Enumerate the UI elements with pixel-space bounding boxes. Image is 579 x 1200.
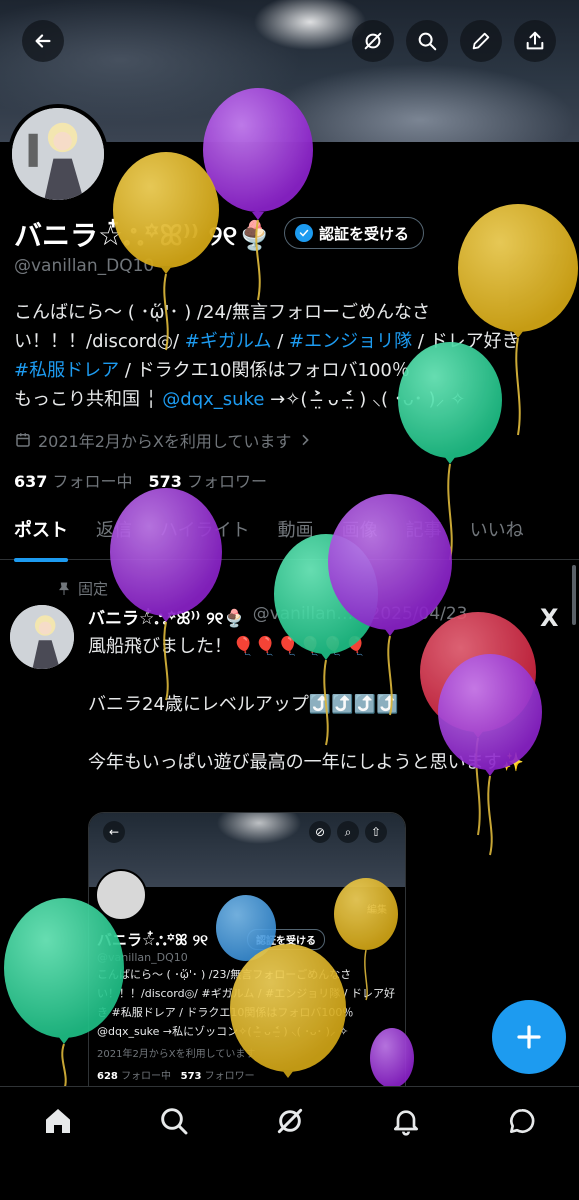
embed-following-label: フォロー中 — [121, 1071, 172, 1082]
hashtag-link[interactable]: #ギガルム — [185, 331, 272, 352]
tab-articles[interactable]: 記事 — [392, 506, 456, 559]
back-arrow-icon — [35, 34, 51, 48]
post-text: 風船飛びました！🎈🎈🎈🎈🎈🎈 バニラ24歳にレベルアップ⤴️⤴️⤴️⤴️ 今年も… — [88, 632, 568, 806]
embed-joined: 2021年2月からXを利用しています — [97, 1049, 256, 1060]
tab-likes[interactable]: いいね — [456, 506, 538, 559]
share-icon — [526, 31, 544, 50]
edit-button[interactable] — [460, 20, 502, 62]
profile-name: バニラ☆໋𖡺꙳ꕤ⁾⁾ ୨୧🍨 — [14, 219, 273, 252]
follow-stats: 637 フォロー中 573 フォロワー — [14, 468, 267, 492]
tab-replies[interactable]: 返信 — [82, 506, 146, 559]
home-icon[interactable] — [42, 1105, 74, 1137]
embed-bio: こんばにら〜 ( ･ᾥ'･ ) /23/無言フォローごめんなさい！！！/disc… — [97, 968, 395, 1038]
plus-icon — [517, 1025, 541, 1049]
followers-count: 573 — [148, 472, 182, 491]
pin-icon — [59, 582, 69, 595]
embed-edit-label: 編集 — [367, 905, 387, 916]
tab-highlights[interactable]: ハイライト — [146, 506, 264, 559]
embed-grok-icon: ⊘ — [309, 821, 331, 843]
embed-followers-count: 573 — [180, 1071, 202, 1082]
post-meta: @vanillan… · 2025/04/23 — [252, 604, 468, 624]
edit-icon — [472, 32, 490, 50]
avatar-illustration — [12, 108, 104, 200]
profile-avatar[interactable] — [8, 104, 108, 204]
bio-text: →✧( ˃̶̤̀ ᴗ ˂̶̤́ ) ⸜( ･ᴗ･ )⸝ ✧ — [264, 389, 466, 410]
followers-link[interactable]: 573 フォロワー — [149, 468, 268, 492]
following-link[interactable]: 637 フォロー中 — [14, 468, 133, 492]
scrollbar[interactable] — [572, 565, 576, 625]
post-line: 風船飛びました！🎈🎈🎈🎈🎈🎈 — [88, 636, 367, 657]
bio-text: / ドラクエ10関係はフォロバ100％ — [119, 360, 410, 381]
embed-following-count: 628 — [97, 1071, 118, 1082]
embed-name: バニラ☆໋𖡺꙳ꕤ ୨୧ — [97, 931, 208, 949]
verified-badge-icon — [295, 224, 313, 242]
grok-nav-icon[interactable] — [274, 1105, 306, 1137]
joined-text: 2021年2月からXを利用しています — [38, 432, 292, 451]
tab-images[interactable]: 画像 — [328, 506, 392, 559]
hashtag-link[interactable]: #私服ドレア — [14, 360, 119, 381]
get-verified-button[interactable]: 認証を受ける — [284, 217, 425, 249]
chevron-right-icon — [302, 434, 310, 446]
following-count: 637 — [14, 472, 48, 491]
post-line: 今年もいっぱい遊び最高の一年にしようと思います✨ — [88, 752, 525, 773]
tab-videos[interactable]: 動画 — [264, 506, 328, 559]
profile-name-row: バニラ☆໋𖡺꙳ꕤ⁾⁾ ୨୧🍨 — [14, 214, 272, 254]
profile-tabs: ポスト 返信 ハイライト 動画 画像 記事 いいね — [0, 506, 579, 562]
post-line: バニラ24歳にレベルアップ⤴️⤴️⤴️⤴️ — [88, 694, 399, 715]
messages-icon[interactable] — [506, 1105, 538, 1137]
profile-bio: こんばにら〜 ( ･ᾥ'･ ) /24/無言フォローごめんなさい！！！/disc… — [14, 298, 570, 414]
following-label: フォロー中 — [52, 472, 133, 491]
grok-button[interactable] — [352, 20, 394, 62]
bio-text: / ドレア好き — [412, 331, 520, 352]
get-verified-label: 認証を受ける — [319, 224, 410, 243]
pinned-label: 固定 — [78, 580, 109, 598]
calendar-icon — [16, 433, 30, 447]
grok-icon — [364, 32, 382, 50]
post-avatar[interactable] — [10, 605, 74, 669]
embed-back-icon: ← — [103, 821, 125, 843]
embed-handle: @vanillan_DQ10 — [97, 951, 188, 964]
embed-search-icon: ⌕ — [337, 821, 359, 843]
pinned-indicator: 固定 — [56, 578, 108, 599]
back-button[interactable] — [22, 20, 64, 62]
avatar-illustration — [10, 605, 74, 669]
bell-icon[interactable] — [390, 1105, 422, 1137]
bio-text: / — [271, 331, 290, 352]
embed-followers-label: フォロワー — [204, 1071, 255, 1082]
mention-link[interactable]: @dqx_suke — [162, 389, 264, 410]
embed-follow-stats: 628 フォロー中 573 フォロワー — [97, 1067, 255, 1082]
search-button[interactable] — [406, 20, 448, 62]
compose-post-button[interactable] — [492, 1000, 566, 1074]
x-logo-icon: X — [540, 604, 559, 632]
profile-handle: @vanillan_DQ10 — [14, 256, 155, 276]
bottom-navigation — [0, 1086, 579, 1200]
followers-label: フォロワー — [187, 472, 268, 491]
joined-date[interactable]: 2021年2月からXを利用しています — [14, 428, 313, 452]
share-button[interactable] — [514, 20, 556, 62]
tab-posts[interactable]: ポスト — [0, 506, 82, 562]
post-header: バニラ☆໋𖡺꙳ꕤ⁾⁾ ୨୧🍨 @vanillan… · 2025/04/23 — [88, 604, 468, 629]
hashtag-link[interactable]: #エンジョリ隊 — [289, 331, 412, 352]
embed-share-icon: ⇧ — [365, 821, 387, 843]
post-image[interactable]: ← ⊘ ⌕ ⇧ バニラ☆໋𖡺꙳ꕤ ୨୧ 認証を受ける 編集 @vanillan_… — [88, 812, 406, 1102]
embed-avatar — [95, 869, 147, 921]
search-icon — [418, 32, 437, 51]
post-author-name[interactable]: バニラ☆໋𖡺꙳ꕤ⁾⁾ ୨୧🍨 — [88, 604, 245, 629]
explore-icon[interactable] — [158, 1105, 190, 1137]
embed-verify-label: 認証を受ける — [247, 929, 325, 950]
bio-text: もっこり共和国 ╎ — [14, 389, 163, 410]
